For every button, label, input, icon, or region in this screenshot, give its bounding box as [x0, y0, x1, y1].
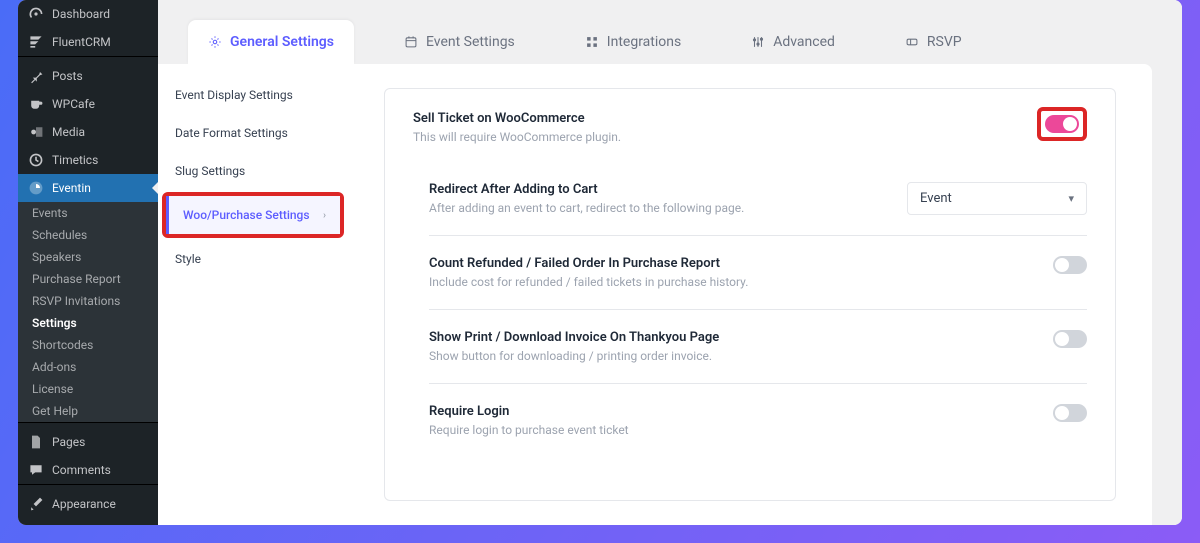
setting-desc: This will require WooCommerce plugin. — [413, 130, 621, 144]
pin-icon — [28, 68, 44, 84]
sidebar-sub-settings[interactable]: Settings — [18, 312, 158, 334]
toggle-sell-ticket[interactable] — [1045, 115, 1079, 133]
main-area: General Settings Event Settings Integrat… — [158, 0, 1182, 525]
tab-label: Integrations — [607, 34, 681, 50]
fluent-icon — [28, 34, 44, 50]
setting-refunded: Count Refunded / Failed Order In Purchas… — [429, 235, 1087, 309]
setting-text: Redirect After Adding to Cart After addi… — [429, 182, 744, 215]
gauge-icon — [28, 6, 44, 22]
setting-require-login: Require Login Require login to purchase … — [429, 383, 1087, 457]
sidebar-sub-addons[interactable]: Add-ons — [18, 356, 158, 378]
app-window: Dashboard FluentCRM Posts WPCafe Media T… — [18, 0, 1182, 525]
tab-event-settings[interactable]: Event Settings — [384, 20, 535, 64]
toggle-invoice[interactable] — [1053, 330, 1087, 348]
setting-title: Show Print / Download Invoice On Thankyo… — [429, 330, 719, 345]
tab-label: Event Settings — [426, 34, 515, 50]
setting-desc: Include cost for refunded / failed ticke… — [429, 275, 748, 289]
tab-integrations[interactable]: Integrations — [565, 20, 701, 64]
sidebar-label: Dashboard — [52, 7, 110, 21]
media-icon — [28, 124, 44, 140]
brush-icon — [28, 496, 44, 512]
highlight-box-toggle — [1037, 107, 1087, 141]
setting-desc: After adding an event to cart, redirect … — [429, 201, 744, 215]
select-value: Event — [920, 191, 952, 206]
setting-text: Count Refunded / Failed Order In Purchas… — [429, 256, 748, 289]
eventin-icon — [28, 180, 44, 196]
toggle-refunded[interactable] — [1053, 256, 1087, 274]
tab-rsvp[interactable]: RSVP — [885, 20, 982, 64]
setting-title: Count Refunded / Failed Order In Purchas… — [429, 256, 748, 271]
tab-advanced[interactable]: Advanced — [731, 20, 855, 64]
setting-title: Redirect After Adding to Cart — [429, 182, 744, 197]
sidebar-label: Timetics — [52, 153, 98, 167]
sidebar-sub-rsvp-invitations[interactable]: RSVP Invitations — [18, 290, 158, 312]
toggle-require-login[interactable] — [1053, 404, 1087, 422]
content-wrap: Event Display Settings Date Format Setti… — [158, 64, 1152, 525]
cafe-icon — [28, 96, 44, 112]
settings-subnav: Event Display Settings Date Format Setti… — [158, 64, 348, 525]
setting-inner-group: Redirect After Adding to Cart After addi… — [413, 162, 1087, 457]
gear-icon — [208, 35, 222, 49]
sidebar-item-media[interactable]: Media — [18, 118, 158, 146]
sidebar-sub-purchase-report[interactable]: Purchase Report — [18, 268, 158, 290]
comment-icon — [28, 462, 44, 478]
clock-icon — [28, 152, 44, 168]
setting-text: Require Login Require login to purchase … — [429, 404, 629, 437]
sidebar-item-eventin[interactable]: Eventin — [18, 174, 158, 202]
sidebar-item-fluentcrm[interactable]: FluentCRM — [18, 28, 158, 56]
subnav-label: Woo/Purchase Settings — [183, 208, 310, 222]
sidebar-label: Media — [52, 125, 85, 139]
sidebar-label: Pages — [52, 435, 85, 449]
setting-title: Require Login — [429, 404, 629, 419]
subnav-slug-settings[interactable]: Slug Settings — [158, 152, 348, 190]
subnav-woo-purchase[interactable]: Woo/Purchase Settings › — [166, 196, 340, 234]
sidebar-label: Eventin — [52, 181, 91, 195]
sidebar-item-timetics[interactable]: Timetics — [18, 146, 158, 174]
chevron-down-icon: ▾ — [1068, 192, 1074, 205]
select-redirect-page[interactable]: Event ▾ — [907, 182, 1087, 215]
tab-label: Advanced — [773, 34, 835, 50]
sidebar-label: Appearance — [52, 497, 116, 511]
sidebar-item-pages[interactable]: Pages — [18, 428, 158, 456]
settings-panel: Sell Ticket on WooCommerce This will req… — [384, 88, 1116, 501]
setting-invoice: Show Print / Download Invoice On Thankyo… — [429, 309, 1087, 383]
setting-desc: Require login to purchase event ticket — [429, 423, 629, 437]
sidebar-sub-events[interactable]: Events — [18, 202, 158, 224]
sidebar-sub-license[interactable]: License — [18, 378, 158, 400]
grid-icon — [585, 35, 599, 49]
subnav-event-display[interactable]: Event Display Settings — [158, 76, 348, 114]
sidebar-label: WPCafe — [52, 97, 95, 111]
sidebar-item-appearance[interactable]: Appearance — [18, 490, 158, 518]
sidebar-label: Posts — [52, 69, 83, 83]
sidebar-label: Comments — [52, 463, 111, 477]
setting-desc: Show button for downloading / printing o… — [429, 349, 719, 363]
tab-label: RSVP — [927, 34, 962, 50]
setting-text: Show Print / Download Invoice On Thankyo… — [429, 330, 719, 363]
sidebar-sub-schedules[interactable]: Schedules — [18, 224, 158, 246]
setting-text: Sell Ticket on WooCommerce This will req… — [413, 111, 621, 144]
setting-redirect: Redirect After Adding to Cart After addi… — [429, 162, 1087, 235]
subnav-style[interactable]: Style — [158, 240, 348, 278]
sidebar-item-wpcafe[interactable]: WPCafe — [18, 90, 158, 118]
setting-title: Sell Ticket on WooCommerce — [413, 111, 621, 126]
tab-label: General Settings — [230, 34, 334, 50]
sliders-icon — [751, 35, 765, 49]
tab-general-settings[interactable]: General Settings — [188, 20, 354, 64]
sidebar-sub-get-help[interactable]: Get Help — [18, 400, 158, 422]
page-icon — [28, 434, 44, 450]
wp-admin-sidebar: Dashboard FluentCRM Posts WPCafe Media T… — [18, 0, 158, 525]
sidebar-item-dashboard[interactable]: Dashboard — [18, 0, 158, 28]
setting-sell-ticket: Sell Ticket on WooCommerce This will req… — [413, 111, 1087, 162]
sidebar-sub-shortcodes[interactable]: Shortcodes — [18, 334, 158, 356]
calendar-icon — [404, 35, 418, 49]
chevron-right-icon: › — [323, 210, 326, 221]
sidebar-item-comments[interactable]: Comments — [18, 456, 158, 484]
subnav-date-format[interactable]: Date Format Settings — [158, 114, 348, 152]
settings-tabbar: General Settings Event Settings Integrat… — [158, 0, 1182, 64]
highlight-box-subnav: Woo/Purchase Settings › — [162, 192, 344, 238]
sidebar-label: FluentCRM — [52, 35, 111, 49]
sidebar-sub-speakers[interactable]: Speakers — [18, 246, 158, 268]
ticket-icon — [905, 35, 919, 49]
sidebar-item-posts[interactable]: Posts — [18, 62, 158, 90]
